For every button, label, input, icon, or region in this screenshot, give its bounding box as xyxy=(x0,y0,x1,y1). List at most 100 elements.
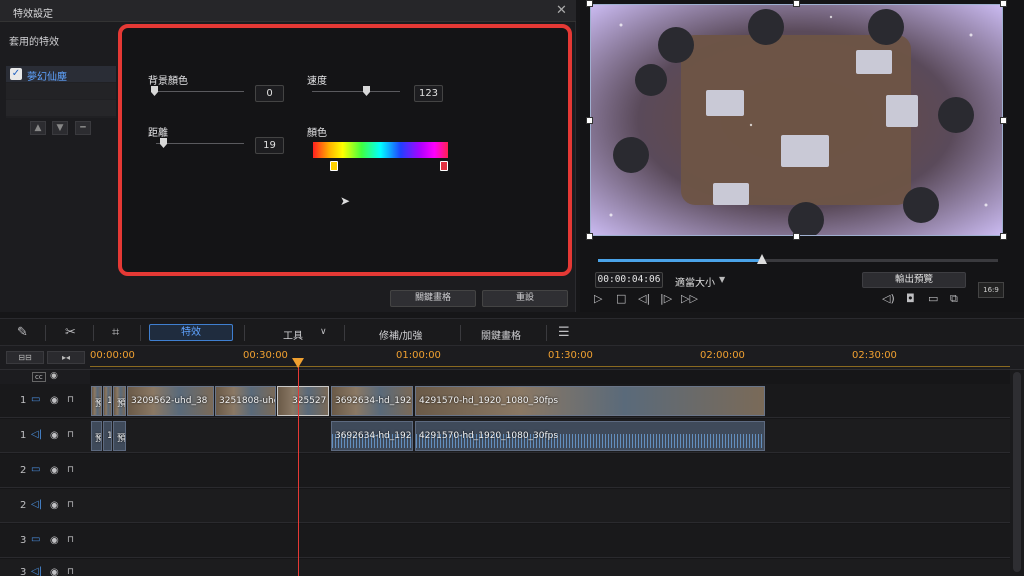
timeline-ruler[interactable]: ⊟⊟ ▸◂ 00:00:00 00:30:00 01:00:00 01:30:0… xyxy=(0,346,1024,370)
subtitle-track-icon[interactable]: cc xyxy=(32,372,46,382)
speed-value-field[interactable]: 123 xyxy=(414,85,443,102)
gradient-stop-yellow[interactable] xyxy=(330,161,338,171)
resize-handle[interactable] xyxy=(586,233,593,240)
bg-color-slider[interactable] xyxy=(152,91,244,92)
audio-track-icon: ◁| xyxy=(31,499,43,510)
lock-icon[interactable]: ⊓ xyxy=(67,567,74,576)
pen-icon[interactable]: ✎ xyxy=(17,325,28,340)
applied-effect-item[interactable]: ✓ 夢幻仙塵 xyxy=(6,66,116,83)
keyframe-toolbar-button[interactable]: 關鍵畫格 xyxy=(481,327,521,342)
resize-handle[interactable] xyxy=(586,117,593,124)
zoom-select[interactable]: 適當大小 xyxy=(675,274,715,289)
distance-slider-thumb[interactable] xyxy=(160,138,167,148)
volume-icon[interactable]: ◁) xyxy=(882,292,895,305)
speed-slider[interactable] xyxy=(312,91,400,92)
fix-enhance-button[interactable]: 修補/加強 xyxy=(379,327,422,342)
applied-effect-empty-row xyxy=(6,83,116,99)
ruler-tick-label: 00:00:00 xyxy=(90,350,135,361)
resize-handle[interactable] xyxy=(793,0,800,7)
fit-timeline-button[interactable]: ▸◂ xyxy=(47,351,85,364)
subtitle-icon[interactable]: ▭ xyxy=(928,292,938,305)
color-gradient-bar[interactable] xyxy=(313,142,448,158)
track-header-top: cc ◉ xyxy=(0,370,90,384)
previous-frame-icon[interactable]: ◁| xyxy=(638,292,650,305)
eye-icon[interactable]: ◉ xyxy=(50,465,59,476)
video-clip[interactable]: 1 xyxy=(103,386,112,416)
eye-icon[interactable]: ◉ xyxy=(50,430,59,441)
audio-clip[interactable]: 1 xyxy=(103,421,112,451)
bg-color-slider-thumb[interactable] xyxy=(151,86,158,96)
checkbox-checked-icon[interactable]: ✓ xyxy=(10,68,22,80)
move-down-button[interactable]: ▼ xyxy=(52,121,68,135)
video-clip[interactable]: 3209562-uhd_38 xyxy=(127,386,214,416)
toolbar-divider xyxy=(546,325,547,341)
timecode-display[interactable]: 00:00:04:06 xyxy=(595,272,663,288)
lock-icon[interactable]: ⊓ xyxy=(67,395,74,405)
ruler-tick-label: 02:30:00 xyxy=(852,350,897,361)
video-clip[interactable]: 3251808-uhd xyxy=(215,386,276,416)
video-clip[interactable]: 預 xyxy=(113,386,126,416)
tools-menu[interactable]: 工具 xyxy=(283,327,303,342)
lock-icon[interactable]: ⊓ xyxy=(67,430,74,440)
external-preview-icon[interactable]: ⧉ xyxy=(950,292,958,306)
eye-icon[interactable]: ◉ xyxy=(50,567,59,576)
reset-button[interactable]: 重設 xyxy=(482,290,568,307)
video-preview[interactable] xyxy=(590,4,1003,238)
audio-clip[interactable]: 預 xyxy=(113,421,126,451)
resize-handle[interactable] xyxy=(1000,233,1007,240)
video-clip[interactable]: 預 xyxy=(91,386,102,416)
remove-effect-button[interactable]: ━ xyxy=(75,121,91,135)
toolbar-divider xyxy=(344,325,345,341)
audio-track-icon: ◁| xyxy=(31,429,43,440)
track-manager-button[interactable]: ⊟⊟ xyxy=(6,351,44,364)
move-up-button[interactable]: ▲ xyxy=(30,121,46,135)
distance-value-field[interactable]: 19 xyxy=(255,137,284,154)
preview-panel: 00:00:04:06 適當大小 ▼ 輸出預覽 16:9 ▷ □ ◁| |▷ ▷… xyxy=(580,0,1024,312)
eye-icon[interactable]: ◉ xyxy=(50,535,59,546)
speed-slider-thumb[interactable] xyxy=(363,86,370,96)
clip-label: 預 xyxy=(117,434,126,444)
lock-icon[interactable]: ⊓ xyxy=(67,500,74,510)
eye-icon[interactable]: ◉ xyxy=(50,371,58,381)
camera-icon[interactable]: ◘ xyxy=(906,292,915,305)
speed-label: 速度 xyxy=(307,76,327,87)
video-clip[interactable]: 4291570-hd_1920_1080_30fps xyxy=(415,386,765,416)
crop-icon[interactable]: ⌗ xyxy=(112,325,119,340)
export-preview-button[interactable]: 輸出預覽 xyxy=(862,272,966,288)
resize-handle[interactable] xyxy=(793,233,800,240)
resize-handle[interactable] xyxy=(586,0,593,7)
lock-icon[interactable]: ⊓ xyxy=(67,465,74,475)
resize-handle[interactable] xyxy=(1000,117,1007,124)
close-icon[interactable]: ✕ xyxy=(556,3,567,18)
ruler-tick-label: 01:00:00 xyxy=(396,350,441,361)
audio-clip[interactable]: 預 xyxy=(91,421,102,451)
video-clip[interactable]: 3692634-hd_192 xyxy=(331,386,413,416)
next-frame-icon[interactable]: |▷ xyxy=(660,292,672,305)
chevron-down-icon[interactable]: ∨ xyxy=(320,327,327,337)
scissors-icon[interactable]: ✂ xyxy=(65,325,76,340)
chevron-down-icon[interactable]: ▼ xyxy=(719,275,725,284)
eye-icon[interactable]: ◉ xyxy=(50,395,59,406)
distance-slider[interactable] xyxy=(156,143,244,144)
aspect-ratio-button[interactable]: 16:9 xyxy=(978,282,1004,298)
preview-frame-image xyxy=(591,5,1002,238)
bg-color-label: 背景顏色 xyxy=(148,76,188,87)
fast-forward-icon[interactable]: ▷▷ xyxy=(681,292,698,305)
lock-icon[interactable]: ⊓ xyxy=(67,535,74,545)
track-row-video-2: 2 ▭ ◉ ⊓ xyxy=(0,454,1010,488)
stop-icon[interactable]: □ xyxy=(616,292,626,305)
list-icon[interactable]: ☰ xyxy=(558,325,570,340)
gradient-stop-red[interactable] xyxy=(440,161,448,171)
tab-effects[interactable]: 特效 xyxy=(149,324,233,341)
play-icon[interactable]: ▷ xyxy=(594,292,602,305)
audio-clip[interactable]: 4291570-hd_1920_1080_30fps xyxy=(415,421,765,451)
track-row-video-3: 3 ▭ ◉ ⊓ xyxy=(0,524,1010,558)
playhead-line[interactable] xyxy=(298,360,299,576)
keyframe-button[interactable]: 關鍵畫格 xyxy=(390,290,476,307)
bg-color-value-field[interactable]: 0 xyxy=(255,85,284,102)
video-clip-selected[interactable]: 325527 xyxy=(277,386,329,416)
audio-clip[interactable]: 3692634-hd_1920 xyxy=(331,421,413,451)
timeline-scroll-thumb[interactable] xyxy=(1013,372,1021,572)
resize-handle[interactable] xyxy=(1000,0,1007,7)
eye-icon[interactable]: ◉ xyxy=(50,500,59,511)
